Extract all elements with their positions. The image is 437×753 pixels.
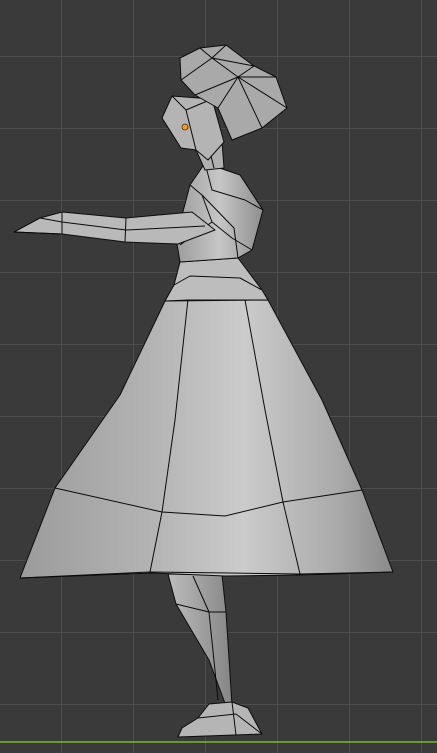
- origin-point[interactable]: [181, 123, 189, 131]
- arm-mesh[interactable]: [13, 211, 216, 245]
- scene-canvas[interactable]: [0, 0, 437, 753]
- head-mesh[interactable]: [161, 44, 288, 161]
- leg-mesh[interactable]: [167, 573, 263, 738]
- torso-mesh[interactable]: [175, 141, 264, 263]
- skirt-mesh[interactable]: [19, 257, 394, 579]
- figure-mesh[interactable]: [13, 44, 394, 738]
- 3d-viewport[interactable]: [0, 0, 437, 753]
